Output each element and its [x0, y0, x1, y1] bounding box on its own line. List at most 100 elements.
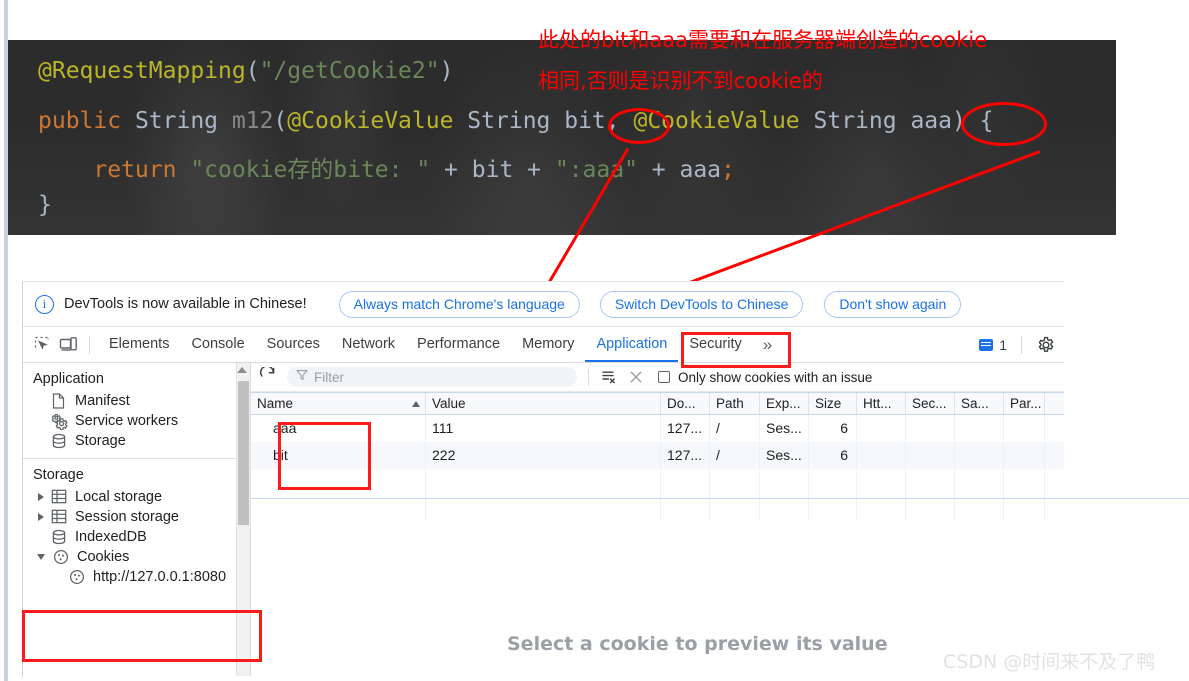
tabbar-divider — [89, 335, 90, 354]
chevron-right-icon[interactable] — [38, 513, 44, 521]
only-show-issues-label[interactable]: Only show cookies with an issue — [678, 370, 872, 385]
cell-sec[interactable] — [906, 442, 955, 469]
cell-do[interactable]: 127... — [661, 415, 710, 442]
dont-show-again-button[interactable]: Don't show again — [824, 290, 962, 318]
tab-network[interactable]: Network — [331, 327, 406, 362]
highlight-box-application-tab — [681, 332, 791, 368]
message-icon — [979, 338, 994, 351]
column-header-do[interactable]: Do... — [661, 393, 710, 414]
device-toolbar-icon[interactable] — [55, 333, 81, 357]
sidebar-item-local-storage[interactable]: Local storage — [23, 487, 250, 507]
filter-input[interactable]: Filter — [287, 367, 577, 387]
annotation-circle-aaa — [961, 102, 1047, 146]
sidebar-section-storage: Storage — [33, 467, 84, 483]
sidebar-section-application: Application — [33, 371, 104, 387]
sidebar-item-session-storage[interactable]: Session storage — [23, 507, 250, 527]
scrollbar-thumb[interactable] — [238, 381, 249, 525]
tab-performance[interactable]: Performance — [406, 327, 511, 362]
cell-htt[interactable] — [857, 442, 906, 469]
column-header-htt[interactable]: Htt... — [857, 393, 906, 414]
tab-elements[interactable]: Elements — [98, 327, 180, 362]
cell-sa[interactable] — [955, 415, 1004, 442]
database-icon — [51, 433, 68, 450]
table-row[interactable]: aaa 111 127... / Ses... 6 — [251, 415, 1064, 442]
cell-sec[interactable] — [906, 415, 955, 442]
cell-exp[interactable]: Ses... — [760, 415, 809, 442]
cell-do[interactable]: 127... — [661, 442, 710, 469]
chevron-down-icon[interactable] — [37, 554, 45, 560]
cell-sa[interactable] — [955, 442, 1004, 469]
column-header-exp[interactable]: Exp... — [760, 393, 809, 414]
devtools-tabbar: Elements Console Sources Network Perform… — [23, 327, 1064, 363]
empty-cell — [857, 469, 906, 495]
sidebar-item-cookies[interactable]: Cookies — [23, 547, 250, 567]
devtools-language-notification: i DevTools is now available in Chinese! … — [23, 282, 1064, 327]
cookies-table-rows: aaa 111 127... / Ses... 6 bit 222 127... / Ses... 6 — [251, 415, 1064, 469]
console-message-badge[interactable]: 1 — [979, 337, 1007, 353]
filter-placeholder: Filter — [314, 369, 344, 385]
cell-size[interactable]: 6 — [809, 442, 857, 469]
column-header-sec[interactable]: Sec... — [906, 393, 955, 414]
cell-par[interactable] — [1004, 442, 1045, 469]
annotation-circle-bit — [608, 108, 670, 144]
sidebar-item-label: Manifest — [75, 393, 130, 409]
sidebar-item-manifest[interactable]: Manifest — [23, 391, 250, 411]
cookies-table-empty-row — [251, 469, 1064, 495]
sidebar-item-indexeddb[interactable]: IndexedDB — [23, 527, 250, 547]
code-token: "cookie存的bite: " — [190, 157, 431, 183]
cell-path[interactable]: / — [710, 415, 760, 442]
code-token: ) — [439, 58, 454, 84]
table-icon — [51, 489, 68, 506]
code-token: + — [637, 157, 680, 183]
cell-value[interactable]: 222 — [426, 442, 661, 469]
chevron-right-icon[interactable] — [38, 493, 44, 501]
column-header-sa[interactable]: Sa... — [955, 393, 1004, 414]
code-line-1: @RequestMapping("/getCookie2") — [38, 58, 453, 84]
column-header-size[interactable]: Size — [809, 393, 857, 414]
sidebar-item-cookie-origin[interactable]: http://127.0.0.1:8080 — [23, 567, 250, 587]
code-token: ; — [721, 157, 735, 183]
cookie-origin-label: http://127.0.0.1:8080 — [93, 569, 227, 585]
scroll-up-icon[interactable] — [237, 367, 247, 373]
column-header-value[interactable]: Value — [426, 393, 661, 414]
only-show-issues-checkbox[interactable] — [658, 371, 670, 383]
refresh-icon[interactable] — [259, 365, 279, 387]
cell-par[interactable] — [1004, 415, 1045, 442]
code-token: + — [513, 157, 555, 183]
empty-cell — [661, 469, 710, 495]
column-header-path[interactable]: Path — [710, 393, 760, 414]
cell-exp[interactable]: Ses... — [760, 442, 809, 469]
delete-icon[interactable] — [627, 369, 644, 386]
cell-value[interactable]: 111 — [426, 415, 661, 442]
empty-cell — [955, 469, 1004, 495]
cookies-table-header: Name Value Do... Path Exp... Size Htt... Sec...… — [251, 392, 1064, 415]
empty-cell — [809, 469, 857, 495]
cell-htt[interactable] — [857, 415, 906, 442]
cell-path[interactable]: / — [710, 442, 760, 469]
tabbar-divider-right — [1021, 335, 1022, 354]
notification-message: DevTools is now available in Chinese! — [64, 296, 307, 312]
cell-size[interactable]: 6 — [809, 415, 857, 442]
code-token: ( — [245, 58, 260, 84]
code-token: String — [799, 108, 911, 134]
sidebar-item-label: IndexedDB — [75, 529, 147, 545]
code-token: } — [38, 192, 52, 218]
code-token: public — [38, 108, 135, 134]
column-header-name[interactable]: Name — [251, 393, 426, 414]
tab-memory[interactable]: Memory — [511, 327, 585, 362]
cookies-main-pane: Filter Only show cookies with an issue N… — [251, 363, 1189, 676]
tab-console[interactable]: Console — [180, 327, 255, 362]
gear-icon[interactable] — [1036, 335, 1056, 355]
inspect-element-icon[interactable] — [29, 333, 55, 357]
sidebar-item-label: Storage — [75, 433, 126, 449]
sidebar-item-storage[interactable]: Storage — [23, 431, 250, 451]
table-row[interactable]: bit 222 127... / Ses... 6 — [251, 442, 1064, 469]
tab-sources[interactable]: Sources — [256, 327, 331, 362]
always-match-chrome-language-button[interactable]: Always match Chrome's language — [338, 290, 580, 318]
annotation-note-line1: 此处的bit和aaa需要和在服务器端创造的cookie — [538, 28, 988, 52]
clear-all-cookies-icon[interactable] — [600, 368, 619, 387]
sidebar-item-service-workers[interactable]: Service workers — [23, 411, 250, 431]
column-header-par[interactable]: Par... — [1004, 393, 1045, 414]
tab-application[interactable]: Application — [585, 327, 678, 362]
switch-devtools-to-chinese-button[interactable]: Switch DevTools to Chinese — [599, 290, 804, 318]
